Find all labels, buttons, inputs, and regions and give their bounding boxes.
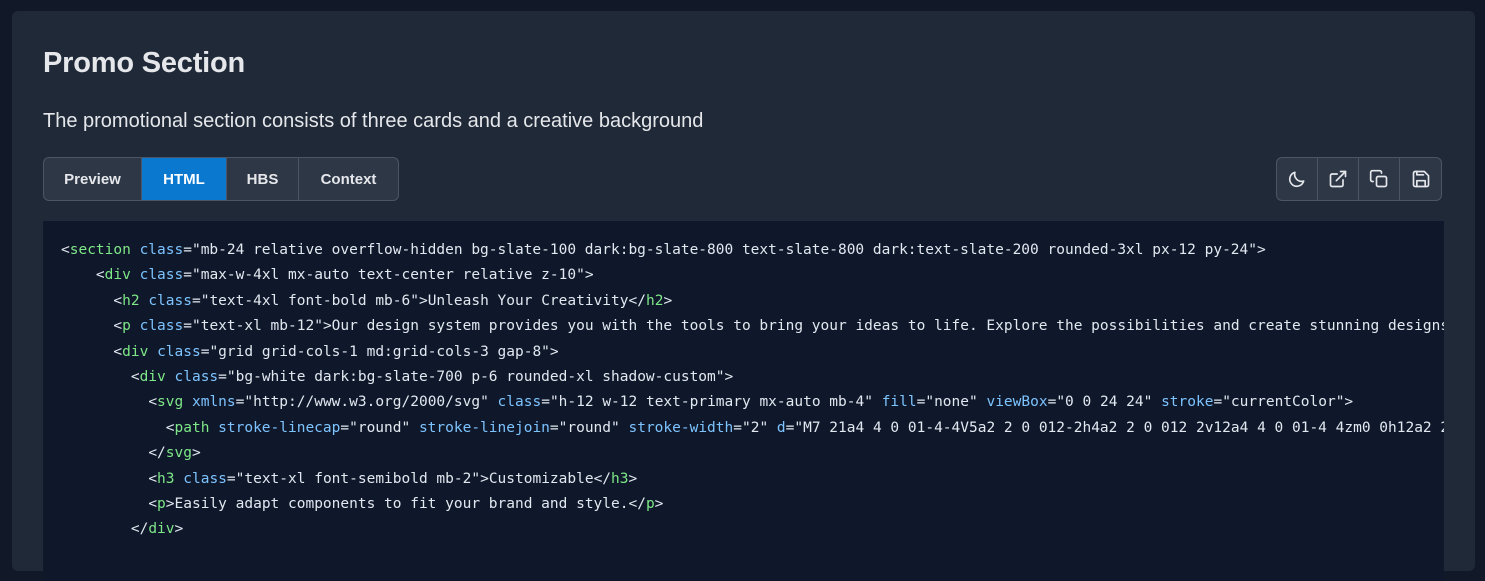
code-line: <p>Easily adapt components to fit your b… xyxy=(148,495,664,512)
open-external-button[interactable] xyxy=(1318,158,1359,200)
code-line: <h2 class="text-4xl font-bold mb-6">Unle… xyxy=(113,292,673,309)
toolbar xyxy=(1276,157,1442,201)
external-link-icon xyxy=(1329,170,1347,188)
component-panel: Promo Section The promotional section co… xyxy=(12,11,1475,581)
copy-icon xyxy=(1369,169,1388,188)
page-description: The promotional section consists of thre… xyxy=(43,110,704,132)
save-icon xyxy=(1412,170,1429,188)
tab-html[interactable]: HTML xyxy=(142,158,227,200)
moon-icon xyxy=(1288,171,1305,188)
code-line: <section class="mb-24 relative overflow-… xyxy=(61,242,1266,258)
dark-mode-button[interactable] xyxy=(1277,158,1318,200)
code-line: <div class="bg-white dark:bg-slate-700 p… xyxy=(130,368,734,385)
code-line: <h3 class="text-xl font-semibold mb-2">C… xyxy=(148,470,638,487)
code-line: </svg> xyxy=(148,445,201,462)
code-line: <p class="text-xl mb-12">Our design syst… xyxy=(113,318,1444,335)
save-button[interactable] xyxy=(1400,158,1441,200)
tab-preview[interactable]: Preview xyxy=(44,158,142,200)
code-viewer[interactable]: <section class="mb-24 relative overflow-… xyxy=(43,221,1444,581)
copy-button[interactable] xyxy=(1359,158,1400,200)
code-line: <div class="grid grid-cols-1 md:grid-col… xyxy=(113,343,559,360)
page-title: Promo Section xyxy=(43,47,246,79)
code-line: <svg xmlns="http://www.w3.org/2000/svg" … xyxy=(148,394,1354,411)
code-line: </div> xyxy=(130,521,184,538)
tab-context[interactable]: Context xyxy=(299,158,398,200)
code-block: <section class="mb-24 relative overflow-… xyxy=(43,221,1444,543)
tab-hbs[interactable]: HBS xyxy=(227,158,299,200)
code-line: <div class="max-w-4xl mx-auto text-cente… xyxy=(95,267,594,284)
code-line: <path stroke-linecap="round" stroke-line… xyxy=(165,419,1444,436)
view-tabs: Preview HTML HBS Context xyxy=(43,157,399,201)
